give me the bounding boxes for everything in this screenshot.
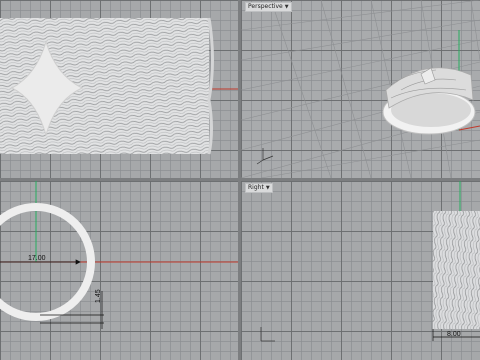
- diameter-value: 17.00: [28, 255, 46, 262]
- ring-side-texture: [433, 211, 480, 329]
- right-viewport-label[interactable]: Right ▼: [245, 183, 273, 193]
- axis-widget-icon: [260, 327, 275, 342]
- ring-3d: [382, 67, 476, 135]
- viewport-right[interactable]: 8.00 Right ▼: [241, 181, 480, 360]
- axis-widget-icon: [256, 148, 274, 165]
- viewport-front[interactable]: 17.00 1.45: [0, 181, 238, 360]
- perspective-viewport-label[interactable]: Perspective ▼: [245, 2, 292, 12]
- chevron-down-icon[interactable]: ▼: [285, 3, 289, 11]
- viewport-title: Right: [248, 184, 264, 191]
- chevron-down-icon[interactable]: ▼: [266, 184, 270, 192]
- front-view-canvas: 17.00 1.45: [0, 181, 238, 329]
- width-value: 8.00: [447, 331, 461, 338]
- viewport-top[interactable]: [0, 0, 238, 178]
- perspective-canvas: [241, 0, 480, 178]
- thickness-value: 1.45: [95, 289, 102, 303]
- top-view-canvas: [0, 17, 238, 155]
- right-view-canvas: 8.00: [260, 181, 480, 342]
- viewport-perspective[interactable]: Perspective ▼: [241, 0, 480, 178]
- viewport-title: Perspective: [248, 3, 283, 10]
